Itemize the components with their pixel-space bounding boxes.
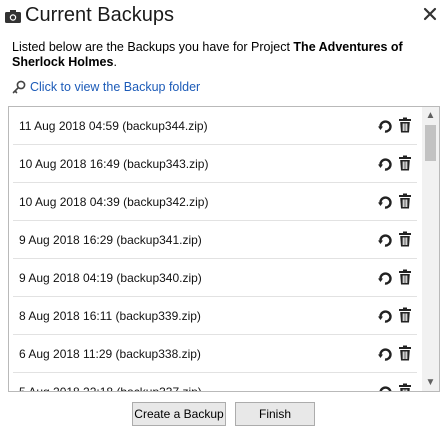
backup-label: 9 Aug 2018 16:29 (backup341.zip) [19,233,202,247]
folder-link-label: Click to view the Backup folder [30,80,201,94]
restore-icon[interactable] [378,195,392,209]
intro-text: Listed below are the Backups you have fo… [12,40,440,70]
view-backup-folder-link[interactable]: Click to view the Backup folder [12,80,200,94]
vertical-scrollbar[interactable]: ▲ ▼ [422,107,439,391]
intro-suffix: . [113,55,117,69]
trash-icon[interactable] [398,307,412,323]
trash-icon[interactable] [398,269,412,285]
backup-label: 8 Aug 2018 16:11 (backup339.zip) [19,309,201,323]
restore-icon[interactable] [378,271,392,285]
title-bar: Current Backups [0,0,448,36]
backup-label: 5 Aug 2018 22:18 (backup337.zip) [19,385,202,392]
backup-row[interactable]: 9 Aug 2018 04:19 (backup340.zip) [13,259,417,297]
close-icon[interactable] [422,6,438,22]
trash-icon[interactable] [398,155,412,171]
trash-icon[interactable] [398,193,412,209]
backup-row[interactable]: 5 Aug 2018 22:18 (backup337.zip) [13,373,417,392]
backup-row[interactable]: 11 Aug 2018 04:59 (backup344.zip) [13,107,417,145]
backup-label: 11 Aug 2018 04:59 (backup344.zip) [19,119,208,133]
restore-icon[interactable] [378,233,392,247]
backup-list-items: 11 Aug 2018 04:59 (backup344.zip) 10 Aug … [9,107,420,392]
backup-list[interactable]: 11 Aug 2018 04:59 (backup344.zip) 10 Aug … [8,106,440,392]
backup-label: 10 Aug 2018 16:49 (backup343.zip) [19,157,209,171]
backup-row[interactable]: 10 Aug 2018 04:39 (backup342.zip) [13,183,417,221]
backup-row[interactable]: 6 Aug 2018 11:29 (backup338.zip) [13,335,417,373]
restore-icon[interactable] [378,385,392,392]
backup-row[interactable]: 8 Aug 2018 16:11 (backup339.zip) [13,297,417,335]
backup-label: 6 Aug 2018 11:29 (backup338.zip) [19,347,201,361]
window-title: Current Backups [25,4,174,26]
restore-icon[interactable] [378,347,392,361]
backup-row[interactable]: 9 Aug 2018 16:29 (backup341.zip) [13,221,417,259]
backup-label: 9 Aug 2018 04:19 (backup340.zip) [19,271,202,285]
scroll-down-arrow-icon[interactable]: ▼ [422,374,439,391]
scroll-thumb[interactable] [425,125,436,161]
key-icon [12,80,26,94]
trash-icon[interactable] [398,117,412,133]
intro-prefix: Listed below are the Backups you have fo… [12,40,294,54]
trash-icon[interactable] [398,231,412,247]
backup-row[interactable]: 10 Aug 2018 16:49 (backup343.zip) [13,145,417,183]
trash-icon[interactable] [398,345,412,361]
camera-icon [5,10,21,23]
backup-label: 10 Aug 2018 04:39 (backup342.zip) [19,195,209,209]
finish-button[interactable]: Finish [235,402,315,426]
trash-icon[interactable] [398,383,412,392]
scroll-up-arrow-icon[interactable]: ▲ [422,107,439,124]
create-backup-button[interactable]: Create a Backup [132,402,226,426]
restore-icon[interactable] [378,157,392,171]
restore-icon[interactable] [378,119,392,133]
restore-icon[interactable] [378,309,392,323]
